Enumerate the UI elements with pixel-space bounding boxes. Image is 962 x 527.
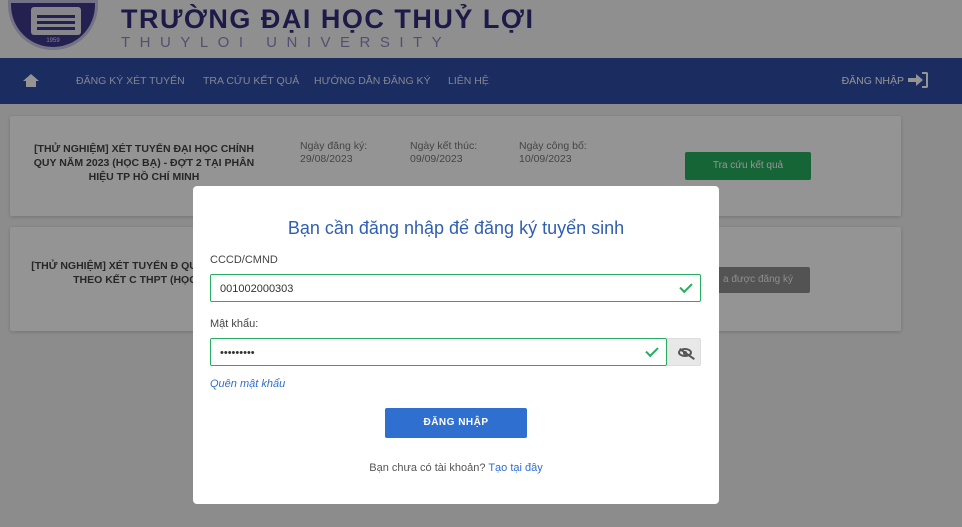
- id-input-value: 001002000303: [220, 283, 294, 295]
- password-input-value: •••••••••: [220, 347, 255, 359]
- forgot-password-link[interactable]: Quên mật khẩu: [210, 378, 285, 390]
- login-modal: Bạn cần đăng nhập để đăng ký tuyển sinh …: [193, 186, 719, 504]
- check-icon: [679, 279, 693, 294]
- check-icon: [645, 343, 659, 358]
- id-input[interactable]: 001002000303: [210, 274, 701, 302]
- id-label: CCCD/CMND: [210, 254, 278, 266]
- password-input[interactable]: •••••••••: [210, 338, 667, 366]
- login-button[interactable]: ĐĂNG NHẬP: [385, 408, 527, 438]
- register-prompt: Bạn chưa có tài khoản? Tạo tại đây: [193, 462, 719, 474]
- eye-slash-icon: [678, 348, 692, 357]
- modal-title: Bạn cần đăng nhập để đăng ký tuyển sinh: [287, 218, 625, 238]
- no-account-text: Bạn chưa có tài khoản?: [369, 462, 486, 474]
- password-label: Mật khẩu:: [210, 318, 259, 330]
- register-link[interactable]: Tạo tại đây: [488, 462, 542, 474]
- toggle-password-button[interactable]: [667, 338, 701, 366]
